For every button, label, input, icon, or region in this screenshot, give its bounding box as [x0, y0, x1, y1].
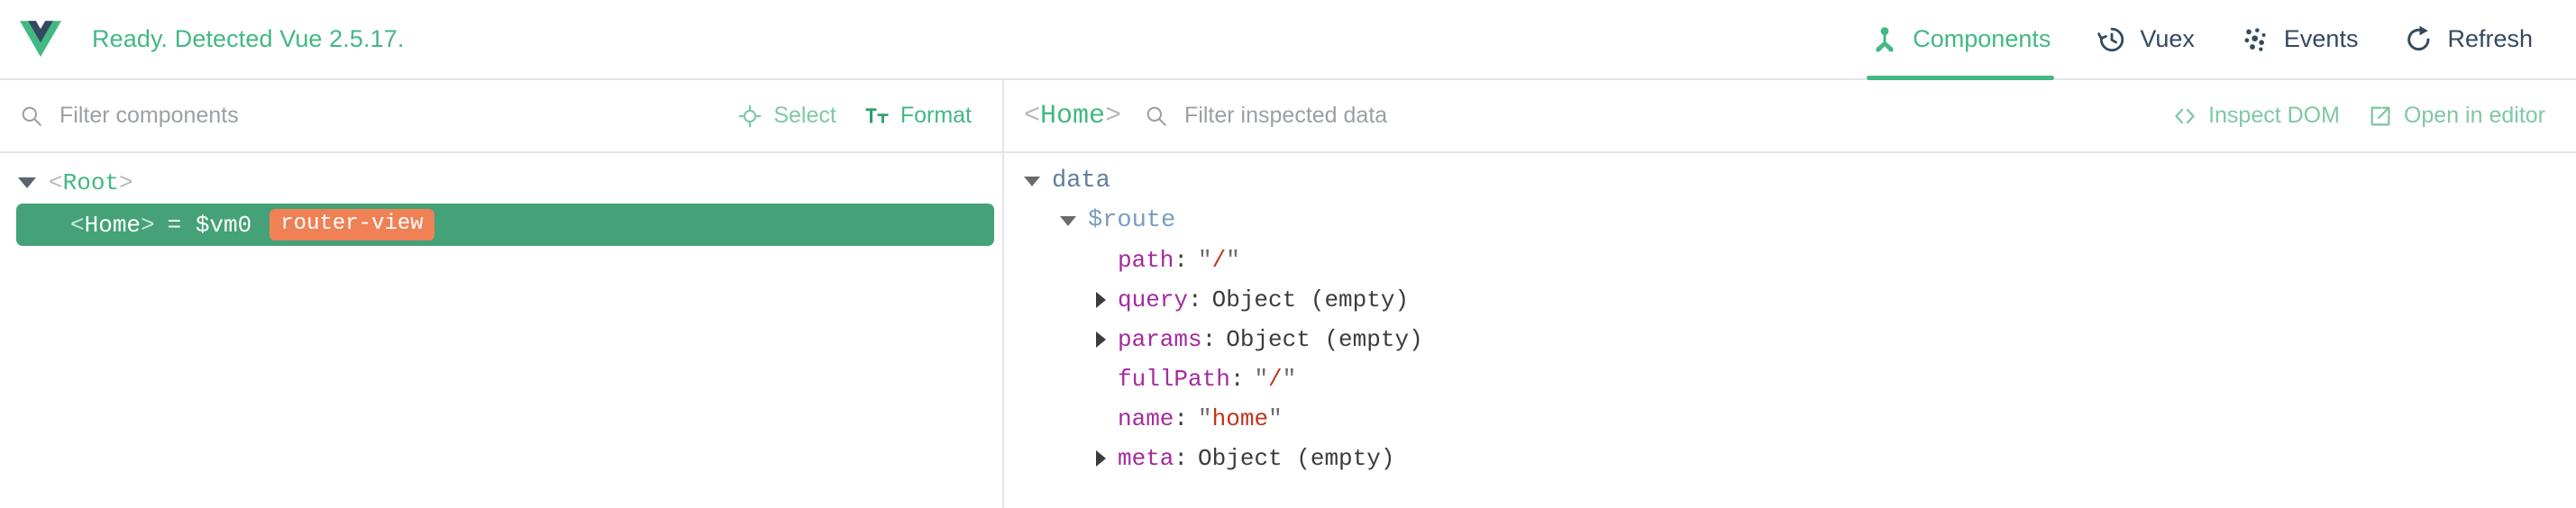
- property-colon: :: [1174, 247, 1189, 274]
- filter-inspected-data-input[interactable]: [1184, 103, 1690, 129]
- tab-label: Vuex: [2140, 25, 2195, 52]
- property-key: meta: [1118, 445, 1174, 472]
- format-label: Format: [900, 103, 972, 128]
- component-filter: [20, 103, 564, 129]
- text-format-icon: [865, 107, 889, 123]
- chevron-right-icon[interactable]: [1096, 331, 1106, 348]
- angle-open: <: [1024, 100, 1041, 132]
- property-colon: :: [1229, 366, 1245, 393]
- component-name: Root: [62, 168, 120, 196]
- inspected-component-title: <Home>: [1024, 101, 1121, 132]
- components-toolbar: Select Format: [0, 80, 1002, 153]
- property-key: query: [1118, 286, 1189, 313]
- search-icon: [1146, 106, 1166, 126]
- inspector-toolbar: <Home> Inspect DOM: [1004, 80, 2576, 153]
- property-key: name: [1118, 405, 1174, 432]
- property-colon: :: [1188, 286, 1202, 313]
- component-tree-icon: [1876, 26, 1894, 51]
- main-panes: Select Format <Root>: [0, 80, 2576, 508]
- status-badge: router-view: [269, 208, 434, 241]
- select-component-button[interactable]: Select: [724, 103, 850, 129]
- inspector-pane: <Home> Inspect DOM: [1004, 80, 2576, 508]
- components-pane: Select Format <Root>: [0, 80, 1004, 508]
- component-tree: <Root> <Home> = $vm0 router-view: [0, 153, 1002, 508]
- property-value: Object (empty): [1198, 445, 1395, 472]
- inspected-component-name: Home: [1040, 100, 1106, 132]
- property-value: Object (empty): [1211, 286, 1410, 313]
- external-link-icon: [2370, 106, 2390, 125]
- data-group-label: data: [1052, 168, 1110, 195]
- data-row-name[interactable]: name: "home": [1004, 399, 2576, 439]
- refresh-icon: [2407, 25, 2430, 50]
- property-key: path: [1118, 247, 1174, 274]
- angle-open: <: [49, 168, 63, 196]
- component-tag-root: <Root>: [49, 169, 133, 196]
- angle-close: >: [1105, 100, 1122, 132]
- property-value: "home": [1198, 405, 1283, 432]
- inspect-dom-label: Inspect DOM: [2208, 103, 2340, 128]
- inspected-data-filter: [1145, 103, 1690, 129]
- tab-label: Components: [1913, 25, 2051, 52]
- tree-row-root[interactable]: <Root>: [0, 161, 994, 204]
- data-row-meta[interactable]: meta: Object (empty): [1004, 439, 2576, 478]
- chevron-right-icon[interactable]: [1096, 450, 1106, 467]
- code-brackets-icon: [2175, 108, 2195, 123]
- data-row-fullpath[interactable]: fullPath: "/": [1004, 359, 2576, 399]
- property-key: fullPath: [1118, 366, 1230, 393]
- data-inspector: data $route path: "/" query: Object (empty…: [1004, 153, 2576, 508]
- data-group-route[interactable]: $route: [1004, 201, 2576, 240]
- data-row-path[interactable]: path: "/": [1004, 240, 2576, 280]
- history-clock-icon: [2097, 27, 2124, 51]
- chevron-right-icon[interactable]: [1096, 292, 1106, 308]
- data-row-query[interactable]: query: Object (empty): [1004, 280, 2576, 320]
- vue-devtools-window: Ready. Detected Vue 2.5.17. Components V…: [0, 0, 2576, 508]
- status-text: Ready. Detected Vue 2.5.17.: [92, 25, 405, 52]
- tab-refresh[interactable]: Refresh: [2381, 0, 2556, 78]
- vue-logo-icon: [20, 20, 61, 57]
- property-value: "/": [1254, 366, 1297, 393]
- inspect-dom-button[interactable]: Inspect DOM: [2159, 103, 2354, 129]
- format-button[interactable]: Format: [851, 103, 986, 129]
- filter-components-input[interactable]: [59, 103, 564, 129]
- open-in-editor-label: Open in editor: [2403, 103, 2545, 128]
- chevron-down-icon[interactable]: [1024, 176, 1040, 186]
- angle-close: >: [141, 211, 155, 239]
- property-colon: :: [1174, 445, 1189, 472]
- open-in-editor-button[interactable]: Open in editor: [2354, 103, 2560, 129]
- app-header: Ready. Detected Vue 2.5.17. Components V…: [0, 0, 2576, 80]
- tab-components[interactable]: Components: [1847, 0, 2074, 80]
- property-value: Object (empty): [1226, 326, 1423, 353]
- angle-close: >: [119, 168, 133, 196]
- data-row-params[interactable]: params: Object (empty): [1004, 320, 2576, 359]
- tree-row-home[interactable]: <Home> = $vm0 router-view: [16, 204, 994, 246]
- target-crosshair-icon: [738, 104, 762, 127]
- property-colon: :: [1174, 405, 1189, 432]
- vm-reference: = $vm0: [167, 211, 252, 239]
- data-group-data[interactable]: data: [1004, 161, 2576, 201]
- component-name: Home: [84, 211, 142, 239]
- tree-caret-placeholder: [40, 220, 58, 231]
- tab-events[interactable]: Events: [2218, 0, 2382, 78]
- tab-label: Events: [2283, 25, 2359, 52]
- property-value: "/": [1198, 247, 1240, 274]
- select-label: Select: [773, 103, 836, 128]
- property-colon: :: [1201, 326, 1217, 353]
- chevron-down-icon[interactable]: [18, 177, 36, 188]
- pulse-dots-icon: [2244, 27, 2266, 51]
- search-icon: [22, 106, 41, 126]
- data-subgroup-label: $route: [1088, 207, 1176, 234]
- angle-open: <: [70, 211, 85, 239]
- component-tag-home: <Home>: [70, 212, 155, 239]
- tab-vuex[interactable]: Vuex: [2074, 0, 2218, 78]
- property-key: params: [1118, 326, 1202, 353]
- chevron-down-icon[interactable]: [1060, 215, 1076, 226]
- tab-label: Refresh: [2447, 25, 2533, 52]
- header-tabs: Components Vuex Events Refresh: [1847, 0, 2576, 80]
